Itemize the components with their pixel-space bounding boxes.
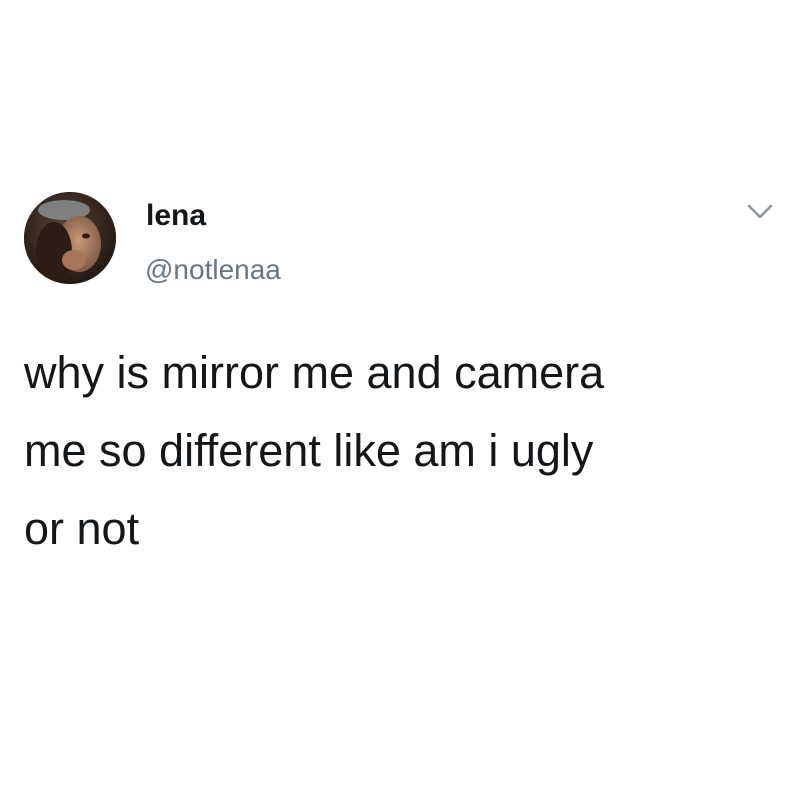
tweet-text-line: or not	[24, 503, 140, 554]
avatar-photo	[24, 192, 116, 284]
tweet-text-line: me so different like am i ugly	[24, 425, 594, 476]
tweet-text: why is mirror me and camera me so differ…	[24, 334, 784, 568]
tweet-card: lena @notlenaa why is mirror me and came…	[0, 0, 800, 802]
author-display-name[interactable]: lena	[146, 198, 206, 234]
author-handle[interactable]: @notlenaa	[145, 253, 281, 287]
tweet-text-line: why is mirror me and camera	[24, 347, 605, 398]
chevron-down-icon[interactable]	[740, 196, 780, 228]
avatar[interactable]	[24, 192, 116, 284]
